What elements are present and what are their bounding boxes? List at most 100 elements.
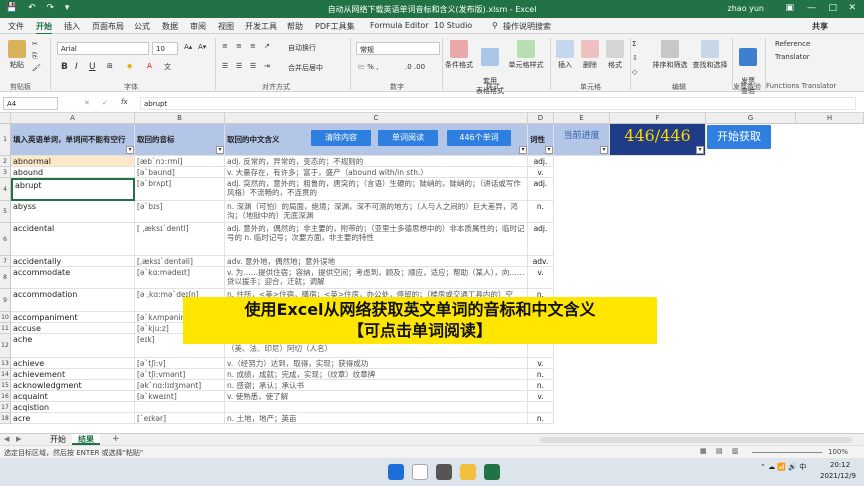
row-header-1[interactable]: 1 — [0, 124, 11, 156]
pos-cell[interactable]: adj. — [528, 223, 554, 256]
cell-style-button[interactable]: 单元格样式 — [506, 40, 546, 70]
pos-cell[interactable]: n. — [528, 413, 554, 424]
currency-icon[interactable]: 🗠 % , — [358, 63, 378, 74]
phonetic-cell[interactable]: [ə`tʃi:v] — [135, 358, 225, 369]
filter-dropdown-icon[interactable]: ▾ — [545, 146, 553, 154]
word-cell[interactable]: accidental — [11, 223, 135, 256]
meaning-cell[interactable]: n. 成绩，成就；完成，实现；（纹章）纹章牌 — [225, 369, 528, 380]
wrap-text-button[interactable]: 自动换行 — [288, 43, 316, 53]
phonetic-cell[interactable]: [ək`nɑ:lɪdʒmənt] — [135, 380, 225, 391]
col-header-g[interactable]: G — [706, 113, 796, 124]
indent-icon[interactable]: ⇥ — [264, 62, 270, 70]
word-cell[interactable]: acquaint — [11, 391, 135, 402]
row-header[interactable]: 15 — [0, 380, 11, 391]
word-cell[interactable]: abound — [11, 167, 135, 178]
enter-icon[interactable]: ✓ — [102, 99, 108, 107]
name-box[interactable]: A4 — [3, 97, 58, 110]
task-view-icon[interactable] — [436, 464, 452, 480]
format-painter-icon[interactable]: 🖌 — [32, 64, 41, 72]
meaning-cell[interactable]: v. 使熟悉，使了解 — [225, 391, 528, 402]
maximize-button[interactable]: □ — [828, 3, 837, 13]
autosum-icon[interactable]: Σ — [632, 40, 636, 48]
normal-view-icon[interactable]: ▦ — [700, 447, 707, 455]
pos-cell[interactable]: adj. — [528, 178, 554, 201]
insert-cells-button[interactable]: 插入 — [553, 40, 577, 70]
phonetic-cell[interactable] — [135, 402, 225, 413]
word-cell[interactable]: accommodation — [11, 289, 135, 312]
close-button[interactable]: ✕ — [848, 3, 856, 13]
phonetic-cell[interactable]: [ə`bɪs] — [135, 201, 225, 223]
meaning-cell[interactable]: adj. 反常的，异常的，变态的；不规则的 — [225, 156, 528, 167]
phonetic-cell[interactable]: [ə`kɑ:mədeɪt] — [135, 267, 225, 289]
tab-file[interactable]: 文件 — [8, 21, 24, 32]
formula-input[interactable]: abrupt — [140, 97, 856, 110]
filter-dropdown-icon[interactable]: ▾ — [600, 146, 608, 154]
pos-cell[interactable]: adv. — [528, 256, 554, 267]
meaning-cell[interactable]: adj. 意外的，偶然的；非主要的，附带的；（亚里士多德思想中的）非本质属性的；… — [225, 223, 528, 256]
align-middle-icon[interactable]: ≡ — [236, 42, 242, 50]
word-cell[interactable]: acqistion — [11, 402, 135, 413]
align-top-icon[interactable]: ≡ — [222, 42, 228, 50]
user-name[interactable]: zhao yun — [728, 4, 764, 13]
sheet-nav-left-icon[interactable]: ◀ — [4, 435, 9, 443]
row-header[interactable]: 8 — [0, 267, 11, 289]
pos-cell[interactable]: adj. — [528, 156, 554, 167]
word-cell[interactable]: accommodate — [11, 267, 135, 289]
word-cell[interactable]: abrupt — [11, 178, 135, 201]
font-name-select[interactable]: Arial — [57, 42, 149, 55]
meaning-cell[interactable] — [225, 402, 528, 413]
phonetic-cell[interactable]: [ə`brʌpt] — [135, 178, 225, 201]
meaning-cell[interactable]: n. 感谢；承认；承认书 — [225, 380, 528, 391]
row-header[interactable]: 18 — [0, 413, 11, 424]
tab-formulas[interactable]: 公式 — [134, 21, 150, 32]
col-header-d[interactable]: D — [528, 113, 554, 124]
row-header[interactable]: 9 — [0, 289, 11, 312]
page-layout-view-icon[interactable]: ▤ — [716, 447, 723, 455]
tab-10-studio[interactable]: 10 Studio — [434, 21, 472, 30]
word-count-button[interactable]: 446个单词 — [447, 130, 511, 146]
font-color-icon[interactable]: A — [147, 62, 152, 70]
filter-dropdown-icon[interactable]: ▾ — [519, 146, 527, 154]
spreadsheet-grid[interactable]: A B C D E F G H 2 abnormal [æb`nɔ:rml] adj.… — [0, 113, 864, 433]
find-select-button[interactable]: 查找和选择 — [690, 40, 730, 70]
phonetic-cell[interactable]: [æb`nɔ:rml] — [135, 156, 225, 167]
header-cell-phonetic[interactable]: 取回的音标 — [135, 124, 225, 156]
decimal-icon[interactable]: .0 .00 — [405, 63, 425, 71]
increase-font-icon[interactable]: A▴ — [184, 43, 192, 51]
row-header[interactable]: 11 — [0, 323, 11, 334]
border-icon[interactable]: ⊞ — [107, 62, 113, 70]
tab-review[interactable]: 审阅 — [190, 21, 206, 32]
paste-button[interactable]: 粘贴 — [6, 40, 28, 70]
clear-content-button[interactable]: 清除内容 — [311, 130, 371, 146]
filter-dropdown-icon[interactable]: ▾ — [216, 146, 224, 154]
phonetic-cell[interactable]: [ˌæksɪ`dentəli] — [135, 256, 225, 267]
word-cell[interactable]: accidentally — [11, 256, 135, 267]
row-header[interactable]: 2 — [0, 156, 11, 167]
share-button[interactable]: 共享 — [812, 21, 828, 32]
col-header-e[interactable]: E — [554, 113, 610, 124]
pos-cell[interactable]: v. — [528, 358, 554, 369]
word-cell[interactable]: accuse — [11, 323, 135, 334]
tab-insert[interactable]: 插入 — [64, 21, 80, 32]
tab-home[interactable]: 开始 — [36, 21, 52, 35]
meaning-cell[interactable]: v.（经努力）达到，取得，实现；获得成功 — [225, 358, 528, 369]
copy-icon[interactable]: ⎘ — [32, 52, 38, 61]
minimize-button[interactable]: — — [807, 3, 816, 13]
cancel-icon[interactable]: ✕ — [84, 99, 90, 107]
word-cell[interactable]: acre — [11, 413, 135, 424]
sheet-tab-result[interactable]: 结果 — [72, 434, 100, 445]
phonetic-icon[interactable]: 文 — [164, 62, 171, 72]
row-header[interactable]: 14 — [0, 369, 11, 380]
row-header[interactable]: 7 — [0, 256, 11, 267]
excel-icon[interactable] — [484, 464, 500, 480]
insert-function-button[interactable]: fx — [121, 98, 128, 106]
meaning-cell[interactable]: adv. 意外地，偶然地；意外误地 — [225, 256, 528, 267]
select-all-corner[interactable] — [0, 113, 11, 124]
merge-center-button[interactable]: 合并后居中 — [288, 63, 323, 73]
system-tray-icons[interactable]: ⌃ ☁ 📶 🔊 中 — [760, 462, 806, 472]
col-header-b[interactable]: B — [135, 113, 225, 124]
tab-pdf-tools[interactable]: PDF工具集 — [315, 21, 355, 32]
header-cell-word[interactable]: 填入英语单词，单词间不能有空行 — [11, 124, 135, 156]
row-header[interactable]: 12 — [0, 334, 11, 358]
row-header[interactable]: 13 — [0, 358, 11, 369]
